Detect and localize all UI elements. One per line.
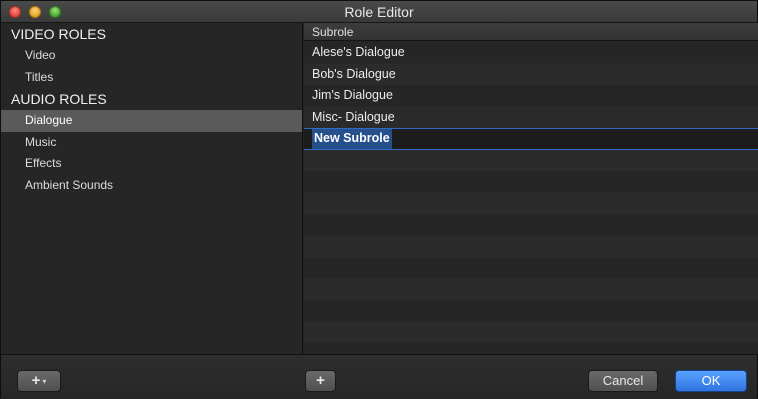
title-bar[interactable]: Role Editor bbox=[1, 1, 757, 23]
sidebar-item-titles[interactable]: Titles bbox=[1, 67, 302, 89]
subrole-row[interactable]: Misc- Dialogue bbox=[304, 107, 758, 129]
subrole-row-editing[interactable]: New Subrole bbox=[304, 128, 758, 150]
add-role-button[interactable]: + ▾ bbox=[17, 370, 61, 392]
subrole-column-header[interactable]: Subrole bbox=[304, 23, 758, 41]
dropdown-caret-icon: ▾ bbox=[42, 376, 47, 386]
subrole-name-input[interactable]: New Subrole bbox=[312, 129, 392, 149]
video-roles-header: VIDEO ROLES bbox=[11, 26, 106, 42]
subrole-row[interactable]: Jim's Dialogue bbox=[304, 85, 758, 107]
sidebar-item-effects[interactable]: Effects bbox=[1, 153, 302, 175]
plus-icon: + bbox=[316, 372, 325, 389]
sidebar-item-video[interactable]: Video bbox=[1, 45, 302, 67]
add-subrole-button[interactable]: + bbox=[305, 370, 336, 392]
sidebar-item-dialogue[interactable]: Dialogue bbox=[1, 110, 302, 132]
window-title: Role Editor bbox=[344, 4, 414, 20]
ok-button[interactable]: OK bbox=[675, 370, 747, 392]
sidebar-item-ambient-sounds[interactable]: Ambient Sounds bbox=[1, 175, 302, 197]
roles-sidebar: VIDEO ROLES Video Titles AUDIO ROLES Dia… bbox=[1, 23, 303, 354]
bottom-toolbar: + ▾ + Cancel OK bbox=[1, 354, 757, 399]
role-editor-window: Role Editor VIDEO ROLES Video Titles AUD… bbox=[0, 0, 758, 399]
subrole-row[interactable]: Alese's Dialogue bbox=[304, 42, 758, 64]
sidebar-item-music[interactable]: Music bbox=[1, 132, 302, 154]
cancel-button[interactable]: Cancel bbox=[588, 370, 658, 392]
audio-roles-header: AUDIO ROLES bbox=[11, 91, 107, 107]
subrole-rows: Alese's Dialogue Bob's Dialogue Jim's Di… bbox=[304, 42, 758, 354]
subrole-list: Subrole Alese's Dialogue Bob's Dialogue … bbox=[304, 23, 758, 354]
plus-icon: + bbox=[31, 372, 41, 389]
subrole-row[interactable]: Bob's Dialogue bbox=[304, 64, 758, 86]
